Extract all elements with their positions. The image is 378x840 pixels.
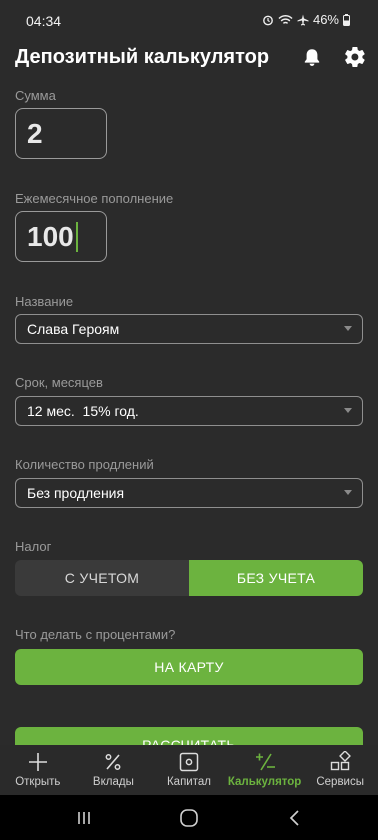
sum-input[interactable]: 2	[15, 108, 107, 159]
tax-label: Налог	[15, 539, 52, 554]
dropdown-arrow-icon	[344, 408, 352, 413]
alarm-icon	[263, 15, 273, 25]
tax-toggle: С УЧЕТОМ БЕЗ УЧЕТА	[15, 560, 363, 596]
calculator-icon	[255, 753, 275, 771]
nav-item-open[interactable]: Открыть	[0, 745, 76, 795]
term-select-value: 12 мес. 15% год.	[27, 403, 139, 419]
text-cursor	[75, 221, 78, 252]
name-select-value: Слава Героям	[27, 321, 120, 337]
capital-icon	[179, 752, 199, 772]
nav-label-calculator: Калькулятор	[227, 776, 302, 788]
monthly-topup-input[interactable]: 100	[15, 211, 107, 262]
back-icon[interactable]	[287, 809, 303, 827]
term-label: Срок, месяцев	[15, 375, 103, 390]
bell-icon[interactable]	[300, 46, 324, 70]
plus-icon	[28, 753, 47, 771]
term-select[interactable]: 12 мес. 15% год.	[15, 396, 363, 426]
tax-with-option[interactable]: С УЧЕТОМ	[15, 560, 189, 596]
name-select[interactable]: Слава Героям	[15, 314, 363, 344]
battery-percent: 46%	[312, 12, 339, 27]
status-bar: 04:34 46%	[0, 0, 378, 40]
status-time: 04:34	[26, 13, 62, 29]
name-label: Название	[15, 294, 74, 309]
percent-icon	[105, 754, 121, 770]
monthly-topup-value: 100	[27, 220, 74, 252]
interest-label: Что делать с процентами?	[15, 627, 176, 642]
page-title: Депозитный калькулятор	[15, 46, 270, 68]
recent-apps-icon[interactable]	[76, 810, 92, 826]
dropdown-arrow-icon	[344, 490, 352, 495]
sum-label: Сумма	[15, 88, 56, 103]
renewals-select[interactable]: Без продления	[15, 478, 363, 508]
nav-item-calculator[interactable]: Калькулятор	[227, 745, 303, 795]
nav-label-deposits: Вклады	[92, 776, 134, 788]
home-icon[interactable]	[179, 808, 199, 828]
renewals-label: Количество продлений	[15, 457, 154, 472]
sum-value: 2	[27, 117, 43, 149]
app-bar: Депозитный калькулятор	[0, 40, 378, 80]
services-icon	[330, 751, 352, 771]
status-icons: 46%	[262, 12, 350, 27]
system-nav-bar	[0, 795, 378, 840]
nav-item-capital[interactable]: Капитал	[151, 745, 227, 795]
wifi-icon	[278, 14, 293, 24]
nav-label-services: Сервисы	[316, 776, 364, 788]
renewals-select-value: Без продления	[27, 485, 125, 501]
dropdown-arrow-icon	[344, 326, 352, 331]
gear-icon[interactable]	[343, 45, 367, 69]
airplane-icon	[297, 14, 309, 25]
battery-icon	[343, 13, 350, 26]
monthly-topup-label: Ежемесячное пополнение	[15, 191, 174, 206]
tax-without-option[interactable]: БЕЗ УЧЕТА	[189, 560, 363, 596]
nav-label-open: Открыть	[15, 776, 61, 788]
nav-item-services[interactable]: Сервисы	[302, 745, 378, 795]
nav-label-capital: Капитал	[166, 776, 211, 788]
nav-item-deposits[interactable]: Вклады	[76, 745, 152, 795]
to-card-button[interactable]: НА КАРТУ	[15, 649, 363, 685]
bottom-nav: Открыть Вклады Капитал Калькулятор Серви…	[0, 745, 378, 795]
